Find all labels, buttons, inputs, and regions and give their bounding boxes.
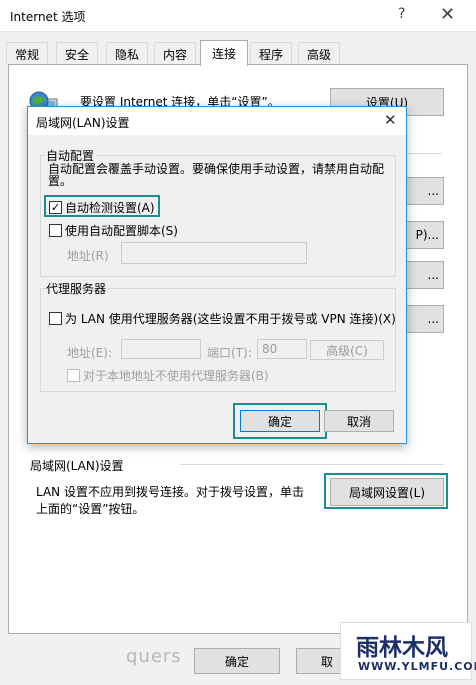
- use-proxy-checkbox[interactable]: [49, 312, 62, 325]
- script-address-input[interactable]: [121, 242, 307, 264]
- use-proxy-label: 为 LAN 使用代理服务器(这些设置不用于拨号或 VPN 连接)(X): [65, 312, 396, 326]
- tab-content[interactable]: 内容: [154, 42, 196, 65]
- bypass-local-checkbox[interactable]: [67, 369, 80, 382]
- use-script-checkbox-row[interactable]: 使用自动配置脚本(S): [49, 222, 178, 239]
- proxy-port-label: 端口(T):: [207, 346, 252, 360]
- outer-window-title: Internet 选项: [10, 10, 86, 24]
- remove-connection-button[interactable]: ...: [406, 261, 444, 289]
- tab-security[interactable]: 安全: [56, 42, 98, 65]
- lan-section-title: 局域网(LAN)设置: [30, 459, 124, 473]
- bypass-local-label: 对于本地地址不使用代理服务器(B): [83, 369, 269, 383]
- use-script-label: 使用自动配置脚本(S): [65, 224, 178, 238]
- proxy-port-input[interactable]: 80: [257, 339, 307, 359]
- lan-section-description: LAN 设置不应用到拨号连接。对于拨号设置，单击上面的“设置”按钮。: [36, 485, 304, 516]
- outer-close-icon[interactable]: ✕: [440, 4, 455, 25]
- group-divider-line: [406, 153, 442, 154]
- lan-section-divider: [180, 464, 444, 465]
- proxy-server-group-title: 代理服务器: [46, 280, 109, 297]
- help-icon[interactable]: ?: [398, 6, 405, 22]
- tab-strip: 常规 安全 隐私 内容 连接 程序 高级: [0, 40, 476, 66]
- dialog-title: 局域网(LAN)设置: [36, 116, 130, 130]
- site-logo-url: WWW.YLMFU.COM: [358, 660, 476, 673]
- dialog-title-bar: 局域网(LAN)设置 ✕: [28, 107, 406, 135]
- tab-programs[interactable]: 程序: [250, 42, 292, 65]
- dialog-ok-highlight: [233, 403, 327, 439]
- tab-connections[interactable]: 连接: [200, 40, 248, 66]
- dialog-close-icon[interactable]: ✕: [384, 111, 397, 129]
- quers-watermark: quers: [126, 646, 182, 667]
- use-proxy-checkbox-row[interactable]: 为 LAN 使用代理服务器(这些设置不用于拨号或 VPN 连接)(X): [49, 310, 396, 327]
- script-address-label: 地址(R): [67, 249, 109, 263]
- auto-detect-highlight: [44, 195, 160, 217]
- tab-general[interactable]: 常规: [6, 42, 48, 65]
- bypass-local-checkbox-row[interactable]: 对于本地地址不使用代理服务器(B): [67, 367, 269, 384]
- use-script-checkbox[interactable]: [49, 224, 62, 237]
- lan-settings-button-highlight: [324, 473, 448, 509]
- proxy-advanced-button[interactable]: 高级(C): [310, 340, 384, 360]
- site-logo-text: 雨林木风: [356, 634, 448, 661]
- dialog-cancel-button[interactable]: 取消: [324, 410, 394, 432]
- lan-settings-dialog: 局域网(LAN)设置 ✕ 自动配置 自动配置会覆盖手动设置。要确保使用手动设置，…: [27, 106, 407, 444]
- add-connection-button[interactable]: ...: [406, 177, 444, 205]
- tab-privacy[interactable]: 隐私: [106, 42, 148, 65]
- add-vpn-button[interactable]: P)...: [406, 221, 444, 249]
- connection-settings-button[interactable]: ...: [406, 305, 444, 333]
- proxy-address-input[interactable]: [121, 339, 201, 359]
- proxy-address-label: 地址(E):: [67, 346, 112, 360]
- auto-config-description: 自动配置会覆盖手动设置。要确保使用手动设置，请禁用自动配置。: [48, 162, 385, 188]
- tab-advanced[interactable]: 高级: [298, 42, 340, 65]
- outer-ok-button[interactable]: 确定: [194, 648, 280, 674]
- outer-title-bar: Internet 选项 ? ✕: [0, 0, 476, 32]
